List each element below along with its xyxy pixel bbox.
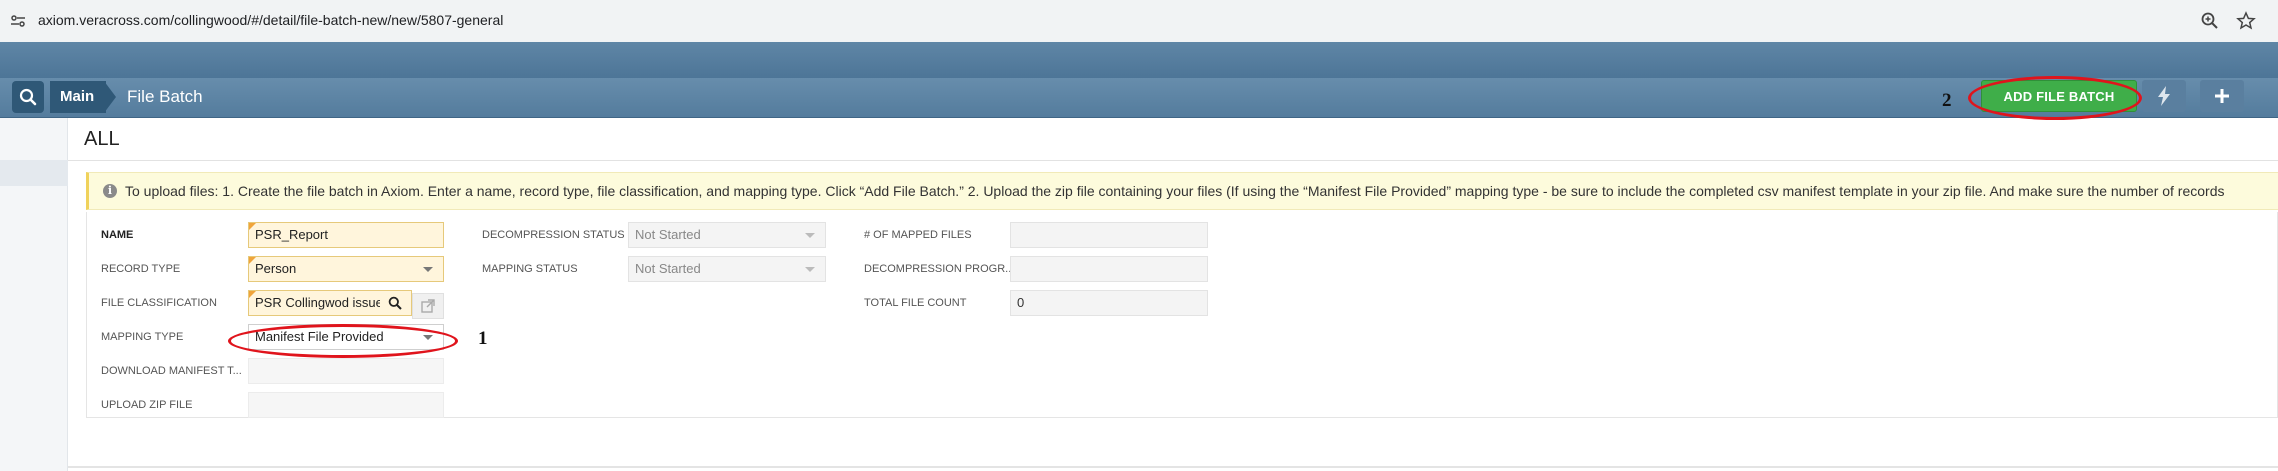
mapping-status-select: Not Started xyxy=(628,256,826,282)
file-classification-value: PSR Collingwod issue xyxy=(255,295,383,310)
app-navbar: Main File Batch xyxy=(0,78,2278,118)
download-manifest-label: DOWNLOAD MANIFEST T... xyxy=(101,365,242,377)
decompression-status-label: DECOMPRESSION STATUS xyxy=(482,229,625,241)
name-field[interactable]: PSR_Report xyxy=(248,222,444,248)
chevron-down-icon xyxy=(805,233,815,238)
sidebar-selected-item[interactable] xyxy=(0,160,68,186)
info-icon: i xyxy=(103,184,117,198)
zoom-icon[interactable] xyxy=(2200,11,2220,31)
record-type-value: Person xyxy=(255,261,297,276)
bookmark-star-icon[interactable] xyxy=(2236,11,2256,31)
chevron-down-icon xyxy=(805,267,815,272)
upload-zip-label: UPLOAD ZIP FILE xyxy=(101,399,193,411)
mapping-status-value: Not Started xyxy=(635,261,701,276)
chevron-down-icon xyxy=(423,267,433,272)
annotation-circle-add-button xyxy=(1968,76,2142,120)
add-new-button[interactable] xyxy=(2200,80,2244,112)
app-header-band xyxy=(0,42,2278,78)
search-icon xyxy=(388,296,402,310)
total-file-count-field: 0 xyxy=(1010,290,1208,316)
name-label: NAME xyxy=(101,229,134,241)
notice-text: To upload files: 1. Create the file batc… xyxy=(125,183,2225,199)
mapped-files-label: # OF MAPPED FILES xyxy=(864,229,972,241)
site-settings-icon[interactable] xyxy=(10,13,26,29)
open-record-button[interactable] xyxy=(412,293,444,319)
page-title: File Batch xyxy=(127,87,203,106)
record-type-select[interactable]: Person xyxy=(248,256,444,282)
mapping-status-label: MAPPING STATUS xyxy=(482,263,578,275)
browser-url-bar: axiom.veracross.com/collingwood/#/detail… xyxy=(0,0,2278,42)
download-manifest-field[interactable] xyxy=(248,358,444,384)
decompression-status-value: Not Started xyxy=(635,227,701,242)
divider xyxy=(68,466,2278,468)
mapped-files-field xyxy=(1010,222,1208,248)
total-file-count-label: TOTAL FILE COUNT xyxy=(864,297,967,309)
decompression-status-select: Not Started xyxy=(628,222,826,248)
lightning-bolt-icon xyxy=(2158,86,2170,106)
annotation-circle-mapping-type xyxy=(228,324,458,358)
file-classification-search-button[interactable] xyxy=(380,291,410,315)
file-classification-label: FILE CLASSIFICATION xyxy=(101,297,217,309)
external-link-icon xyxy=(421,299,435,313)
divider xyxy=(68,160,2278,161)
breadcrumb-arrow xyxy=(104,81,116,113)
section-heading: ALL xyxy=(84,128,120,150)
decompression-progress-field xyxy=(1010,256,1208,282)
upload-zip-field[interactable] xyxy=(248,392,444,418)
url-text[interactable]: axiom.veracross.com/collingwood/#/detail… xyxy=(38,12,503,28)
decompression-progress-label: DECOMPRESSION PROGR... xyxy=(864,263,1015,275)
annotation-number-2: 2 xyxy=(1942,90,1952,111)
global-search-button[interactable] xyxy=(12,81,44,113)
actions-button[interactable] xyxy=(2142,80,2186,112)
mapping-type-label: MAPPING TYPE xyxy=(101,331,184,343)
record-type-label: RECORD TYPE xyxy=(101,263,181,275)
breadcrumb-main[interactable]: Main xyxy=(50,81,107,113)
instructions-notice: i To upload files: 1. Create the file ba… xyxy=(86,172,2278,210)
search-icon xyxy=(19,88,37,106)
plus-icon xyxy=(2215,89,2229,103)
annotation-number-1: 1 xyxy=(478,328,488,349)
